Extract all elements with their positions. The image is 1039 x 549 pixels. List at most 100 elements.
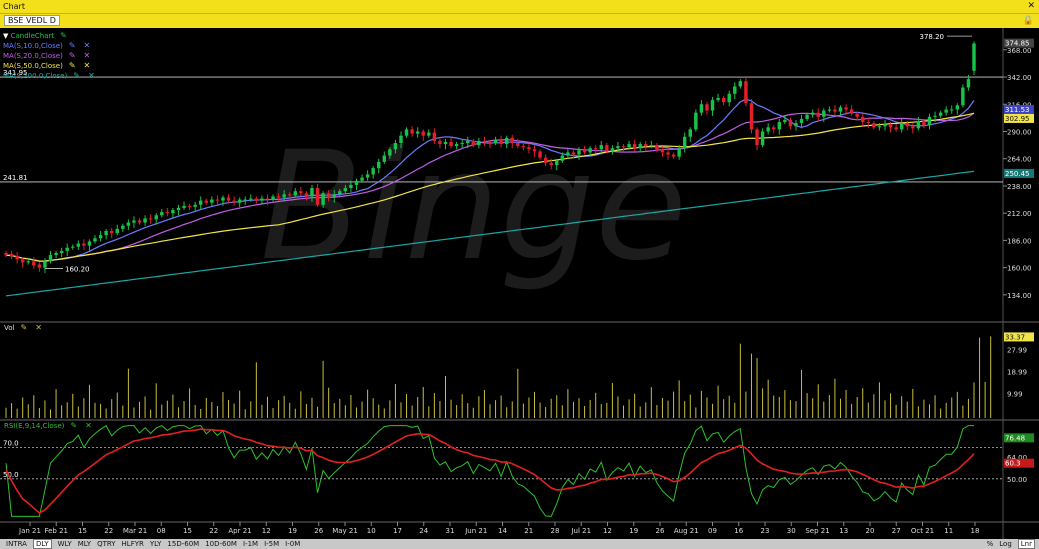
candle-body (338, 191, 342, 195)
candle-body (43, 261, 47, 268)
candle-body (154, 215, 158, 220)
candle-body (32, 261, 36, 266)
legend-rsi[interactable]: RSI(E,9,14,Close) ✎ ✕ (4, 421, 92, 431)
x-tick-label: Apr 21 (228, 527, 251, 535)
remove-icon[interactable]: ✕ (84, 41, 91, 50)
legend-ma20[interactable]: MA(S,20.0,Close) ✎ ✕ (3, 51, 95, 61)
candle-body (738, 81, 743, 87)
candle-body (26, 261, 30, 263)
pencil-icon[interactable]: ✎ (69, 41, 76, 50)
pencil-icon[interactable]: ✎ (69, 51, 76, 60)
window-title: Chart (3, 2, 25, 11)
pencil-icon[interactable]: ✎ (69, 61, 76, 70)
symbol-name[interactable]: BSE VEDL D (4, 15, 60, 26)
legend-candle[interactable]: ▼ CandleChart ✎ (3, 31, 95, 41)
period-i-1m[interactable]: I-1M (243, 540, 258, 548)
candle-body (816, 112, 820, 117)
x-tick-label: 15 (78, 527, 87, 535)
candle-body (249, 198, 253, 200)
scale-options: % Log Lnr (981, 539, 1035, 549)
scale-log[interactable]: Log (999, 540, 1012, 548)
candle-body (911, 126, 915, 129)
ma200-value: 250.45 (1005, 170, 1030, 178)
candle-body (438, 140, 442, 145)
candle-body (666, 152, 670, 155)
candle-body (760, 131, 765, 146)
lock-icon[interactable]: 🔒 (1023, 14, 1034, 28)
candle-body (454, 144, 459, 147)
price-tick-label: 342.00 (1007, 74, 1032, 82)
candle-body (588, 148, 592, 153)
candle-body (59, 250, 64, 253)
candle-body (950, 109, 954, 111)
rsi-lines: 70.050.064.0050.0076.4860.3 (0, 424, 1034, 517)
remove-icon[interactable]: ✕ (85, 421, 92, 430)
candle-body (293, 191, 298, 196)
candle-body (916, 121, 921, 129)
period-10d-60m[interactable]: 10D-60M (205, 540, 237, 548)
remove-icon[interactable]: ✕ (84, 61, 91, 70)
period-15d-60m[interactable]: 15D-60M (167, 540, 199, 548)
candle-body (232, 200, 236, 203)
candle-body (382, 155, 387, 162)
candle-body (538, 151, 542, 158)
close-icon[interactable]: ✕ (1027, 0, 1035, 13)
pencil-icon[interactable]: ✎ (73, 71, 80, 80)
candle-body (204, 200, 208, 203)
peak-label: 378.20 (920, 33, 945, 41)
period-yly[interactable]: YLY (150, 540, 162, 548)
candle-body (888, 124, 893, 128)
candle-body (555, 160, 559, 166)
remove-icon[interactable]: ✕ (84, 51, 91, 60)
period-i-0m[interactable]: I-0M (285, 540, 300, 548)
period-dly[interactable]: DLY (32, 539, 52, 549)
candle-body (48, 255, 53, 262)
x-tick-label: 23 (761, 527, 770, 535)
legend-ma50[interactable]: MA(S,50.0,Close) ✎ ✕ (3, 61, 95, 71)
x-tick-label: 27 (892, 527, 901, 535)
period-bar: INTRA DLY WLY MLY QTRY HLFYR YLY 15D-60M 10D-60M… (0, 539, 1039, 549)
x-tick-label: 26 (314, 527, 323, 535)
remove-icon[interactable]: ✕ (88, 71, 95, 80)
scale-lnr[interactable]: Lnr (1017, 539, 1035, 549)
pencil-icon[interactable]: ✎ (60, 31, 67, 40)
candle-body (649, 145, 654, 147)
period-qtry[interactable]: QTRY (97, 540, 115, 548)
price-tick-label: 368.00 (1007, 47, 1032, 55)
candle-body (543, 157, 548, 163)
candle-body (282, 194, 286, 198)
candle-body (187, 205, 192, 207)
candle-body (443, 141, 448, 145)
period-intra[interactable]: INTRA (6, 540, 27, 548)
candle-body (938, 112, 943, 116)
x-tick-label: 13 (839, 527, 848, 535)
scale-%[interactable]: % (987, 540, 994, 548)
period-hlfyr[interactable]: HLFYR (122, 540, 144, 548)
candle-body (571, 152, 576, 155)
candle-body (165, 212, 170, 214)
pencil-icon[interactable]: ✎ (20, 323, 27, 332)
remove-icon[interactable]: ✕ (35, 323, 42, 332)
period-wly[interactable]: WLY (58, 540, 72, 548)
x-tick-label: Oct 21 (911, 527, 934, 535)
candle-body (198, 200, 203, 205)
candle-body (961, 87, 965, 106)
period-i-5m[interactable]: I-5M (264, 540, 279, 548)
legend-vol[interactable]: Vol ✎ ✕ (4, 323, 42, 333)
candle-body (87, 241, 92, 246)
price-chart[interactable]: Binge 368.00342.00316.00290.00264.00238.… (0, 28, 1039, 539)
legend-ma10[interactable]: MA(S,10.0,Close) ✎ ✕ (3, 41, 95, 51)
period-mly[interactable]: MLY (78, 540, 91, 548)
pencil-icon[interactable]: ✎ (70, 421, 77, 430)
legend-ma200[interactable]: MA(S,200.0,Close) ✎ ✕ (3, 71, 95, 81)
candle-body (616, 146, 620, 149)
candle-body (148, 218, 153, 220)
candle-body (510, 137, 514, 144)
candle-body (160, 212, 164, 216)
candle-body (421, 131, 425, 136)
candle-body (838, 107, 843, 112)
x-tick-label: 14 (498, 527, 507, 535)
candle-body (432, 132, 437, 141)
x-tick-label: 19 (629, 527, 638, 535)
vol-tick-label: 9.99 (1007, 391, 1023, 399)
